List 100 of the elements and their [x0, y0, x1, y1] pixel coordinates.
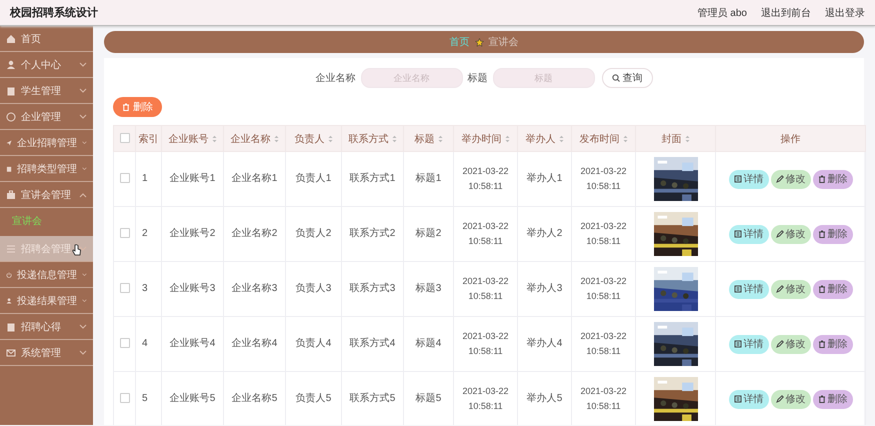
table-cell: 联系方式3: [350, 283, 396, 294]
sort-icon: [504, 134, 510, 142]
table-cell: 企业账号2: [170, 228, 216, 239]
table-cell: 2021-03-22 10:58:11: [580, 331, 627, 356]
sort-icon: [274, 134, 278, 142]
edit-button[interactable]: 修改: [770, 390, 810, 408]
table-cell: 1: [142, 173, 148, 184]
table-cell: 4: [142, 338, 148, 349]
person-icon: [6, 60, 16, 70]
clipboard-icon: [6, 322, 16, 332]
envelope-icon: [6, 348, 16, 358]
table-cell: 负责人5: [296, 393, 332, 404]
detail-button[interactable]: 详情: [728, 224, 768, 244]
table-cell: 举办人5: [526, 393, 562, 404]
delete-button[interactable]: 删除: [113, 97, 162, 117]
menu-item[interactable]: 企业管理: [0, 104, 93, 130]
menu-item[interactable]: 学生管理: [0, 78, 93, 104]
user-label: 管理员 abo: [698, 6, 747, 20]
header-link[interactable]: 退出登录: [825, 6, 865, 20]
column-header[interactable]: 封面: [662, 132, 690, 146]
trash-icon: [122, 103, 130, 111]
edit-button[interactable]: 修改: [770, 334, 810, 354]
trash-icon: [818, 395, 826, 403]
trash-icon: [818, 175, 826, 183]
table-cell: 2021-03-22 10:58:11: [462, 276, 509, 301]
delete-button[interactable]: 删除: [812, 170, 852, 188]
search-icon: [612, 74, 620, 82]
table-cell: 3: [142, 283, 148, 294]
document-icon: [734, 175, 742, 183]
edit-button[interactable]: 修改: [770, 280, 810, 298]
menu-item[interactable]: 招聘心得: [0, 314, 93, 340]
table-cell: 2021-03-22 10:58:11: [462, 166, 509, 191]
table-cell: 2021-03-22 10:58:11: [580, 221, 627, 246]
sort-icon: [392, 134, 396, 142]
menu-item[interactable]: 招聘类型管理: [0, 156, 93, 182]
table-cell: 负责人2: [296, 228, 332, 239]
detail-button[interactable]: 详情: [728, 334, 768, 354]
sort-icon: [622, 134, 628, 142]
table-cell: 标题4: [416, 338, 442, 349]
menu-item[interactable]: 系统管理: [0, 340, 93, 366]
paper-plane-icon: [6, 138, 12, 148]
breadcrumb-current: 宣讲会: [488, 36, 518, 49]
table-cell: 企业账号4: [170, 338, 216, 349]
trash-icon: [818, 285, 826, 293]
edit-button[interactable]: 修改: [770, 170, 810, 188]
checkbox[interactable]: [120, 173, 130, 184]
table-cell: 标题2: [416, 228, 442, 239]
trash-icon: [818, 340, 826, 348]
circle-icon: [6, 112, 16, 122]
pencil-icon: [776, 395, 784, 403]
chevron-icon: [79, 62, 87, 68]
chevron-icon: [79, 246, 87, 252]
star-icon: [474, 38, 484, 46]
house-icon: [6, 34, 16, 44]
table-cell: 企业名称1: [232, 173, 278, 184]
menu-item[interactable]: 投递结果管理: [0, 288, 93, 314]
table-cell: 联系方式5: [350, 393, 396, 404]
edit-button[interactable]: 修改: [770, 224, 810, 244]
detail-button[interactable]: 详情: [728, 390, 768, 408]
checkbox[interactable]: [120, 133, 130, 144]
sort-icon: [438, 134, 442, 142]
detail-button[interactable]: 详情: [728, 280, 768, 298]
hand-cursor-icon: [72, 244, 81, 256]
table-cell: 标题3: [416, 283, 442, 294]
breadcrumb-link[interactable]: 首页: [450, 35, 470, 49]
menu-item[interactable]: 首页: [0, 26, 93, 52]
checkbox[interactable]: [120, 228, 130, 238]
header-link[interactable]: 退出到前台: [761, 6, 811, 20]
checkbox[interactable]: [120, 283, 130, 294]
table-cell: 2: [142, 228, 148, 239]
person-icon: [6, 296, 12, 306]
table-cell: 企业名称2: [232, 228, 278, 239]
table-cell: 企业名称3: [232, 283, 278, 294]
delete-button[interactable]: 删除: [812, 334, 852, 354]
column-header: 索引: [138, 132, 158, 146]
trash-icon: [818, 230, 826, 238]
chevron-icon: [79, 350, 87, 356]
delete-button[interactable]: 删除: [812, 224, 852, 244]
field-label: 企业名称: [316, 72, 356, 85]
table-cell: 2021-03-22 10:58:11: [580, 386, 627, 411]
menu-item[interactable]: 个人中心: [0, 52, 93, 78]
sort-icon: [684, 134, 690, 142]
menu-item[interactable]: 企业招聘管理: [0, 130, 93, 156]
checkbox[interactable]: [120, 338, 130, 348]
sort-icon: [212, 134, 216, 142]
menu-item[interactable]: 投递信息管理: [0, 262, 93, 288]
chevron-icon: [79, 88, 87, 94]
submenu-item[interactable]: 宣讲会: [0, 208, 93, 236]
sort-icon: [558, 134, 564, 142]
chevron-icon: [82, 166, 87, 172]
power-icon: [6, 270, 12, 280]
document-icon: [734, 285, 742, 293]
table-cell: 标题5: [416, 393, 442, 404]
delete-button[interactable]: 删除: [812, 390, 852, 408]
search-button[interactable]: 查询: [602, 68, 652, 88]
checkbox[interactable]: [120, 393, 130, 404]
list-icon: [6, 244, 16, 254]
detail-button[interactable]: 详情: [728, 170, 768, 188]
delete-button[interactable]: 删除: [812, 280, 852, 298]
menu-item[interactable]: 宣讲会管理: [0, 182, 93, 208]
